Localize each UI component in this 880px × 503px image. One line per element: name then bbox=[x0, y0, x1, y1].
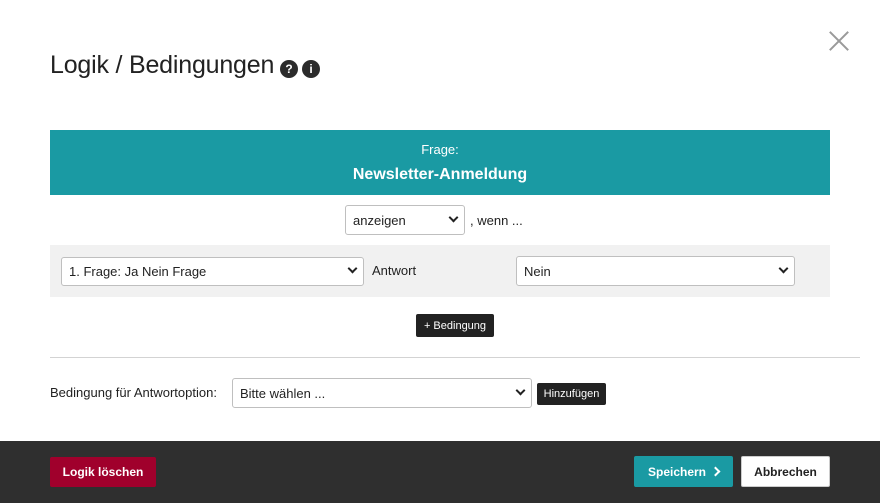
close-icon[interactable] bbox=[828, 30, 850, 52]
condition-question-select[interactable]: 1. Frage: Ja Nein Frage bbox=[61, 257, 364, 286]
condition-answer-value: Nein bbox=[524, 263, 551, 279]
action-select[interactable]: anzeigen bbox=[345, 205, 465, 235]
answer-option-value: Bitte wählen ... bbox=[240, 385, 326, 401]
question-banner: Frage: Newsletter-Anmeldung bbox=[50, 130, 830, 195]
save-button[interactable]: Speichern bbox=[634, 456, 733, 487]
question-label: Frage: bbox=[421, 142, 459, 157]
answer-option-select[interactable]: Bitte wählen ... bbox=[232, 378, 532, 408]
chevron-right-icon bbox=[710, 466, 721, 477]
divider bbox=[50, 357, 860, 358]
condition-answer-select[interactable]: Nein bbox=[516, 256, 795, 286]
delete-logic-button[interactable]: Logik löschen bbox=[50, 457, 156, 487]
title-icons: ? i bbox=[280, 60, 320, 78]
question-circle-icon[interactable]: ? bbox=[280, 60, 298, 78]
question-name: Newsletter-Anmeldung bbox=[352, 166, 528, 183]
action-select-value: anzeigen bbox=[353, 212, 406, 228]
answer-option-label: Bedingung für Antwortoption: bbox=[50, 385, 217, 400]
save-button-label: Speichern bbox=[647, 464, 707, 479]
cancel-button[interactable]: Abbrechen bbox=[741, 456, 830, 487]
add-condition-button[interactable]: + Bedingung bbox=[416, 314, 494, 337]
answer-label: Antwort bbox=[372, 263, 417, 278]
when-text: , wenn ... bbox=[470, 213, 523, 228]
add-answer-option-button[interactable]: Hinzufügen bbox=[537, 383, 606, 405]
dialog-title: Logik / Bedingungen bbox=[50, 51, 275, 79]
info-circle-icon[interactable]: i bbox=[302, 60, 320, 78]
condition-question-value: 1. Frage: Ja Nein Frage bbox=[69, 264, 207, 279]
